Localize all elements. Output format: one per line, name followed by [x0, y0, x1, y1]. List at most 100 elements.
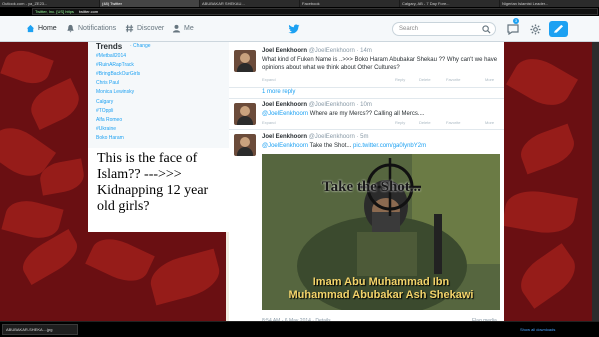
trends-panel: Trends · Change #Metball2014 #RuinARapTr… [88, 42, 229, 148]
bell-icon [67, 24, 74, 33]
home-icon [26, 24, 35, 33]
photo-caption: Imam Abu Muhammad Ibn Muhammad Abubakar … [262, 276, 500, 302]
trend-item[interactable]: Calgary [96, 99, 113, 105]
reply-action[interactable]: Reply [395, 77, 405, 82]
tweet-author[interactable]: Joel Eenkhoorn @JoelEenkhoorn · 10m [262, 102, 372, 108]
author-name: Joel Eenkhoorn [262, 102, 308, 108]
photo-take-the-shot-text: Take the Shot... [322, 179, 422, 195]
nav-discover[interactable]: Discover [125, 24, 164, 33]
nav-me-label: Me [184, 25, 194, 32]
trend-item[interactable]: Boko Haram [96, 135, 124, 141]
trend-item[interactable]: Chris Paul [96, 80, 119, 86]
quill-icon [553, 24, 564, 33]
messages-badge: 3 [513, 18, 519, 24]
show-all-downloads-link[interactable]: Show all downloads [520, 327, 555, 332]
avatar[interactable] [234, 50, 256, 72]
background-leaf [506, 49, 578, 115]
download-item[interactable]: ABUBAKAR-SHEKA....jpg [2, 324, 78, 335]
top-navigation: Home Notifications Discover Me Search 3 [0, 16, 599, 42]
person-icon [172, 24, 181, 33]
more-action[interactable]: More [485, 77, 494, 82]
trend-item[interactable]: Monica Lewinsky [96, 89, 134, 95]
caption-text: This is the face of Islam?? --->>> Kidna… [97, 151, 227, 215]
nav-home[interactable]: Home [26, 24, 57, 33]
browser-tab[interactable]: ABUBAKAR SHEKAU... [200, 0, 299, 7]
background-leaf [25, 78, 85, 130]
mention-link[interactable]: @JoelEenkhoorn [262, 111, 308, 117]
tweet-text: @JoelEenkhoorn Take the Shot... pic.twit… [262, 142, 500, 150]
caption-line-2: Kidnapping 12 year old girls? [97, 183, 209, 214]
reply-action[interactable]: Reply [395, 120, 405, 125]
more-action[interactable]: More [485, 120, 494, 125]
tweet[interactable]: Joel Eenkhoorn @JoelEenkhoorn · 14m What… [229, 42, 504, 88]
trends-title: Trends [96, 42, 123, 51]
hash-icon [125, 24, 134, 33]
tweet-body: Take the Shot... [308, 143, 354, 149]
trend-item[interactable]: Alfa Romeo [96, 117, 122, 123]
avatar[interactable] [234, 134, 256, 156]
browser-tab[interactable]: Outlook.com - ya_ZE23... [0, 0, 99, 7]
tweet-photo[interactable]: Take the Shot... Imam Abu Muhammad Ibn M… [262, 154, 500, 310]
nav-discover-label: Discover [137, 25, 165, 32]
background-leaf [512, 243, 584, 309]
author-name: Joel Eenkhoorn [262, 48, 308, 54]
search-input[interactable]: Search [392, 22, 496, 36]
gear-icon[interactable] [530, 24, 541, 35]
trends-change-link[interactable]: · Change [130, 43, 151, 49]
trend-item[interactable]: #TOppli [96, 108, 113, 114]
favorite-action[interactable]: Favorite [446, 77, 460, 82]
background-leaf [16, 229, 84, 285]
nav-home-label: Home [38, 25, 57, 32]
address-bar[interactable]: Twitter, Inc. [US] https twitter.com [32, 8, 598, 15]
download-bar: ABUBAKAR-SHEKA....jpg Show all downloads [0, 321, 599, 337]
tweet-text: What kind of Fuken Name is ..>>> Boko Ha… [262, 57, 498, 71]
browser-tab-bar: Outlook.com - ya_ZE23... (48) Twitter AB… [0, 0, 599, 7]
delete-action[interactable]: Delete [419, 120, 431, 125]
tweet[interactable]: Joel Eenkhoorn @JoelEenkhoorn · 10m @Joe… [229, 98, 504, 130]
browser-tab-twitter[interactable]: (48) Twitter [100, 0, 199, 7]
browser-tab[interactable]: Facebook [300, 0, 399, 7]
more-replies-link[interactable]: 1 more reply [262, 89, 295, 95]
page-scrollbar[interactable] [592, 42, 599, 321]
caption-line-1: This is the face of Islam?? --->>> [97, 151, 198, 182]
mention-link[interactable]: @JoelEenkhoorn [262, 143, 308, 149]
search-placeholder: Search [399, 26, 419, 32]
background-leaf [0, 45, 54, 89]
trend-item[interactable]: #Ukraine [96, 126, 116, 132]
author-handle: @JoelEenkhoorn · 5m [308, 134, 369, 140]
tweet-author[interactable]: Joel Eenkhoorn @JoelEenkhoorn · 14m [262, 48, 372, 54]
browser-tab[interactable]: Nigerian Islamist Leader... [500, 0, 599, 7]
search-icon[interactable] [482, 25, 491, 34]
favorite-action[interactable]: Favorite [446, 120, 460, 125]
background-leaf [146, 248, 224, 306]
background-leaf [515, 123, 580, 175]
tweet-author[interactable]: Joel Eenkhoorn @JoelEenkhoorn · 5m [262, 134, 368, 140]
nav-notifications[interactable]: Notifications [66, 24, 116, 33]
tweet-text: @JoelEenkhoorn Where are my Mercs?? Call… [262, 110, 500, 118]
expand-link[interactable]: Expand [262, 120, 276, 125]
media-link[interactable]: pic.twitter.com/ga0lynbY2m [353, 143, 426, 149]
address-security-label: Twitter, Inc. [US] [35, 9, 65, 14]
address-site: twitter.com [79, 9, 99, 14]
nav-me[interactable]: Me [172, 24, 194, 33]
nav-notifications-label: Notifications [78, 25, 117, 32]
browser-tab[interactable]: Calgary, AB - 7 Day Fore... [400, 0, 499, 7]
avatar[interactable] [234, 103, 256, 125]
delete-action[interactable]: Delete [419, 77, 431, 82]
compose-tweet-button[interactable] [549, 21, 568, 37]
trend-item[interactable]: #Metball2014 [96, 53, 126, 59]
background-leaf [502, 186, 578, 238]
twitter-bird-icon[interactable] [288, 23, 300, 35]
author-handle: @JoelEenkhoorn · 14m [308, 48, 372, 54]
address-scheme: https [65, 9, 74, 14]
photo-caption-line-1: Imam Abu Muhammad Ibn [312, 276, 450, 288]
address-bar-container: Twitter, Inc. [US] https twitter.com [0, 7, 599, 16]
photo-caption-line-2: Muhammad Abubakar Ash Shekawi [288, 289, 474, 301]
trend-item[interactable]: #BringBackOurGirls [96, 71, 140, 77]
expand-link[interactable]: Expand [262, 77, 276, 82]
tweet-body: Where are my Mercs?? Calling all Mercs..… [308, 111, 425, 117]
background-leaf [85, 231, 155, 289]
messages-icon[interactable] [507, 23, 519, 35]
trend-item[interactable]: #RuinARapTrack [96, 62, 134, 68]
author-name: Joel Eenkhoorn [262, 134, 308, 140]
